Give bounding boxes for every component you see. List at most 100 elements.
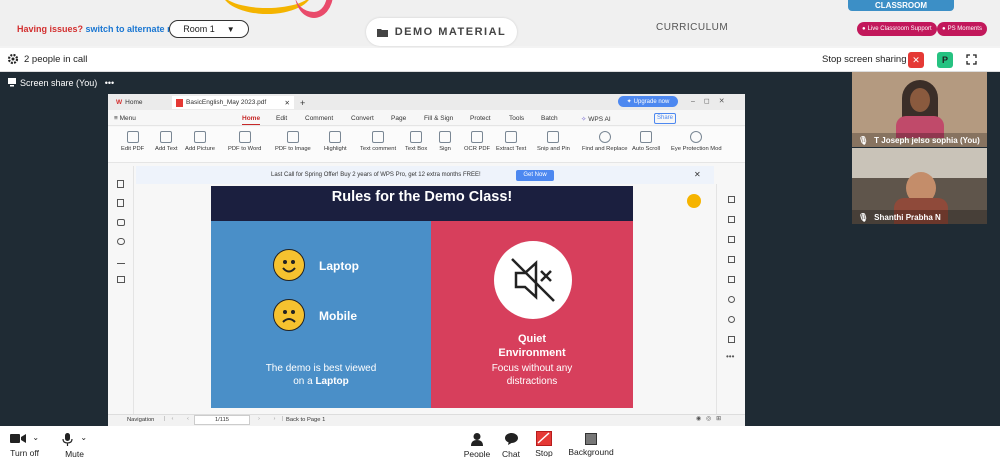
chevron-down-icon[interactable]: ⌄ [80,433,87,442]
chat-bubble-icon [504,433,518,445]
text-box-tool[interactable]: Text Box [405,129,427,152]
chat-button[interactable]: Chat [499,433,523,457]
menu-edit[interactable]: Edit [276,115,287,122]
more-icon[interactable]: ••• [726,352,734,361]
stop-screen-sharing-label[interactable]: Stop screen sharing [822,54,907,65]
navigation-toggle[interactable]: Navigation [127,417,154,423]
focus-line1: Focus without any [491,363,573,374]
thumbnail-icon[interactable] [117,199,124,207]
app-tab-bar: W Home BasicEnglish_May 2023.pdf ✕ + ✦ U… [108,94,745,110]
tab-pdf-document[interactable]: BasicEnglish_May 2023.pdf ✕ [172,96,294,109]
camera-toggle-button[interactable]: ⌄ Turn off [10,433,39,457]
pdf-to-word-tool[interactable]: PDF to Word [228,129,261,152]
ocr-pdf-label: OCR PDF [464,146,491,152]
slide-right-panel: Quiet Environment Focus without any dist… [431,221,633,408]
menu-home[interactable]: Home [242,115,261,125]
demo-material-button[interactable]: DEMO MATERIAL [366,18,517,46]
camera-label: Turn off [10,448,39,457]
people-label: People [463,449,491,457]
tool-icon[interactable] [728,236,735,243]
tool-icon[interactable] [728,256,735,263]
eye-protection-tool[interactable]: Eye Protection Mod [671,129,722,152]
participant-avatar[interactable]: P [937,52,953,68]
sign-tool[interactable]: Sign [439,129,451,152]
tool-icon[interactable] [728,276,735,283]
window-controls[interactable]: –◻✕ [691,97,734,105]
bookmark-icon[interactable] [117,180,124,188]
layers-icon[interactable] [117,276,125,283]
demo-material-label: DEMO MATERIAL [394,26,507,38]
more-options-icon[interactable]: ••• [105,78,114,88]
menu-convert[interactable]: Convert [351,115,374,122]
menu-protect[interactable]: Protect [470,115,491,122]
add-picture-tool[interactable]: Add Picture [185,129,215,152]
pdf-to-image-tool[interactable]: PDF to Image [275,129,311,152]
add-text-label: Add Text [155,146,178,152]
tool-icon[interactable] [728,336,735,343]
tool-icon[interactable] [728,216,735,223]
close-tab-icon[interactable]: ✕ [285,99,290,107]
ocr-pdf-tool[interactable]: OCR PDF [464,129,490,152]
back-to-page-link[interactable]: Back to Page 1 [286,417,325,423]
chevron-down-icon[interactable]: ⌄ [32,433,39,442]
tool-icon[interactable] [728,196,735,203]
curriculum-tab[interactable]: CURRICULUM [656,22,728,33]
highlight-icon [329,131,342,143]
app-ribbon: Edit PDF Add Text Add Picture PDF to Wor… [108,127,745,163]
edit-pdf-tool[interactable]: Edit PDF [121,129,144,152]
upgrade-button[interactable]: ✦ Upgrade now [618,96,678,107]
room-select[interactable]: Room 1 ▼ [169,20,249,38]
background-button[interactable]: Background [566,433,616,457]
stop-share-icon [536,431,552,446]
text-box-icon [410,131,423,143]
zoom-icon[interactable] [728,296,735,303]
page-number-input[interactable]: 1/115 [194,415,250,425]
mic-toggle-button[interactable]: ⌄ Mute [62,433,87,457]
tab-home[interactable]: W Home [116,96,142,109]
signature-icon[interactable] [117,257,125,264]
menu-label: Menu [119,115,136,122]
stop-share-button[interactable]: Stop [532,431,556,457]
view-mode-icons[interactable]: ◉◎⊞ [696,416,726,422]
people-button[interactable]: People [462,433,492,457]
menu-page[interactable]: Page [391,115,406,122]
focus-line2: distractions [506,376,558,387]
menu-fill-sign[interactable]: Fill & Sign [424,115,453,122]
wps-ai-menu[interactable]: ✧ WPS AI [581,115,611,123]
menu-batch[interactable]: Batch [541,115,558,122]
quiet-heading: Quiet Environment [431,332,633,360]
help-icon[interactable] [728,316,735,323]
share-button[interactable]: Share [654,113,676,124]
close-promo-icon[interactable]: ✕ [694,170,701,179]
snip-pin-tool[interactable]: Snip and Pin [537,129,570,152]
get-now-button[interactable]: Get Now [516,170,554,181]
text-box-label: Text Box [405,146,428,152]
edit-pen-icon[interactable] [687,194,701,208]
extract-text-tool[interactable]: Extract Text [496,129,526,152]
menu-comment[interactable]: Comment [305,115,333,122]
new-tab-button[interactable]: + [300,96,305,109]
page-nav-arrows[interactable]: |‹ ‹ [164,416,195,422]
tab-pdf-label: BasicEnglish_May 2023.pdf [186,99,267,106]
extract-text-label: Extract Text [496,146,527,152]
attachment-icon[interactable] [117,238,125,245]
background-icon [585,433,597,445]
comment-icon[interactable] [117,219,125,226]
find-replace-tool[interactable]: Find and Replace [582,129,627,152]
expand-icon[interactable] [966,54,977,65]
stop-share-close-button[interactable]: ✕ [908,52,924,68]
highlight-tool[interactable]: Highlight [324,129,347,152]
ps-moments-button[interactable]: ● PS Moments [937,22,987,36]
live-support-button[interactable]: ● Live Classroom Support [857,22,937,36]
view-line2: on a Laptop [211,375,431,388]
gear-icon[interactable] [7,53,19,65]
auto-scroll-tool[interactable]: Auto Scroll [632,129,660,152]
page-nav-arrows-next[interactable]: › ›| [258,416,289,422]
text-comment-tool[interactable]: Text comment [360,129,396,152]
classroom-tab[interactable]: CLASSROOM [848,0,954,11]
menu-tools[interactable]: Tools [509,115,524,122]
pdf-to-word-label: PDF to Word [228,146,262,152]
add-text-tool[interactable]: Add Text [155,129,177,152]
add-picture-label: Add Picture [185,146,215,152]
hamburger-menu[interactable]: ≡ Menu [114,115,136,122]
